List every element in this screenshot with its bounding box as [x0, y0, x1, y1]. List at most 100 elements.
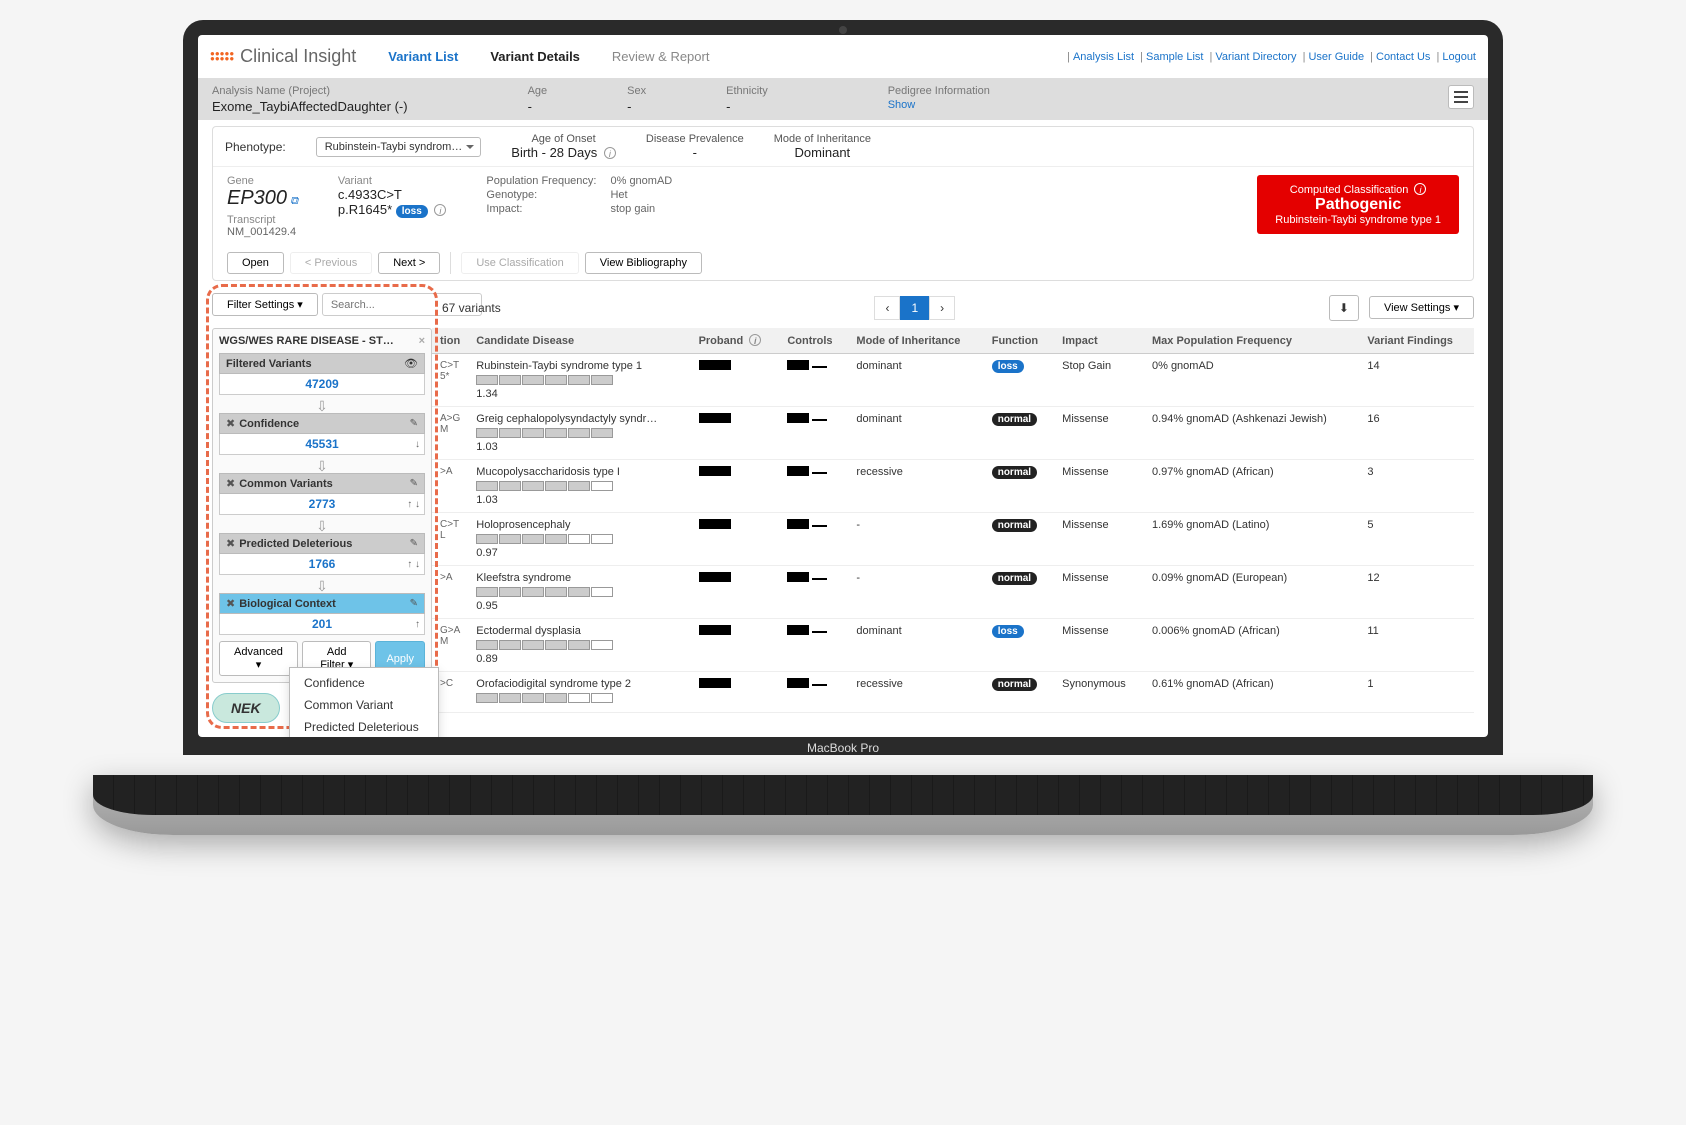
filter-block-head[interactable]: ✖ Predicted Deleterious ✎	[219, 533, 425, 554]
table-row[interactable]: C>TL Holoprosencephaly0.97 - normal Miss…	[432, 513, 1474, 566]
filter-settings-button[interactable]: Filter Settings ▾	[212, 293, 318, 316]
info-icon[interactable]: i	[1414, 183, 1426, 195]
link-variant-directory[interactable]: Variant Directory	[1215, 51, 1296, 63]
table-column-header[interactable]: Controls	[779, 328, 848, 354]
age-onset-value: Birth - 28 Days	[511, 145, 597, 160]
eye-icon[interactable]: 👁	[404, 357, 418, 370]
filter-block-count[interactable]: 45531	[305, 437, 338, 451]
edit-icon[interactable]: ✎	[410, 478, 418, 489]
link-contact-us[interactable]: Contact Us	[1376, 51, 1430, 63]
ethnicity-label: Ethnicity	[726, 85, 768, 97]
popfreq-value: 0% gnomAD	[610, 175, 672, 187]
table-column-header[interactable]: Impact	[1054, 328, 1144, 354]
table-column-header[interactable]: Mode of Inheritance	[848, 328, 983, 354]
arrow-down-icon: ⇩	[219, 579, 425, 593]
tab-review-report[interactable]: Review & Report	[600, 43, 722, 70]
laptop-label: MacBook Pro	[198, 737, 1488, 755]
filter-block-head[interactable]: ✖ Biological Context ✎	[219, 593, 425, 614]
tab-variant-list[interactable]: Variant List	[376, 43, 470, 70]
table-row[interactable]: >A Mucopolysaccharidosis type I1.03 rece…	[432, 460, 1474, 513]
hamburger-menu-icon[interactable]	[1448, 85, 1474, 109]
link-logout[interactable]: Logout	[1442, 51, 1476, 63]
table-row[interactable]: G>AM Ectodermal dysplasia0.89 dominant l…	[432, 619, 1474, 672]
filter-first-count[interactable]: 47209	[305, 377, 338, 391]
close-icon[interactable]: ×	[419, 335, 425, 347]
controls-cell	[779, 672, 848, 713]
function-cell: normal	[984, 672, 1054, 713]
findings-cell: 3	[1359, 460, 1474, 513]
filter-block-head[interactable]: ✖ Common Variants ✎	[219, 473, 425, 494]
view-settings-button[interactable]: View Settings ▾	[1369, 296, 1474, 319]
remove-filter-icon[interactable]: ✖	[226, 477, 235, 490]
pager-page-1[interactable]: 1	[900, 296, 929, 320]
top-right-links: |Analysis List |Sample List |Variant Dir…	[1064, 51, 1476, 63]
export-icon[interactable]: ⬇	[1329, 295, 1359, 321]
normal-badge: normal	[992, 678, 1037, 691]
filter-block-count[interactable]: 1766	[309, 557, 336, 571]
table-row[interactable]: >A Kleefstra syndrome0.95 - normal Misse…	[432, 566, 1474, 619]
freq-cell: 0% gnomAD	[1144, 354, 1359, 407]
open-button[interactable]: Open	[227, 252, 284, 274]
reorder-arrows[interactable]: ↑ ↓	[407, 499, 420, 510]
view-bibliography-button[interactable]: View Bibliography	[585, 252, 702, 274]
impact-cell: Stop Gain	[1054, 354, 1144, 407]
table-column-header[interactable]: Proband i	[691, 328, 780, 354]
use-classification-button[interactable]: Use Classification	[461, 252, 578, 274]
table-column-header[interactable]: Max Population Frequency	[1144, 328, 1359, 354]
filter-block-count[interactable]: 2773	[309, 497, 336, 511]
reorder-arrows[interactable]: ↓	[415, 439, 420, 450]
tab-variant-details[interactable]: Variant Details	[478, 43, 592, 70]
gene-badge[interactable]: NEK	[212, 693, 280, 723]
position-cell: C>T5*	[432, 354, 468, 407]
pager-next[interactable]: ›	[929, 296, 955, 320]
normal-badge: normal	[992, 572, 1037, 585]
impact-cell: Missense	[1054, 407, 1144, 460]
table-row[interactable]: A>GM Greig cephalopolysyndactyly syndr…1…	[432, 407, 1474, 460]
remove-filter-icon[interactable]: ✖	[226, 417, 235, 430]
score-bar	[476, 375, 682, 385]
position-cell: A>GM	[432, 407, 468, 460]
info-icon[interactable]: i	[604, 147, 616, 159]
reorder-arrows[interactable]: ↑ ↓	[407, 559, 420, 570]
impact-label: Impact:	[486, 203, 596, 215]
reorder-arrows[interactable]: ↑	[415, 619, 420, 630]
edit-icon[interactable]: ✎	[410, 418, 418, 429]
link-sample-list[interactable]: Sample List	[1146, 51, 1203, 63]
pedigree-show-link[interactable]: Show	[888, 99, 990, 111]
edit-icon[interactable]: ✎	[410, 598, 418, 609]
freq-cell: 0.006% gnomAD (African)	[1144, 619, 1359, 672]
link-user-guide[interactable]: User Guide	[1308, 51, 1364, 63]
advanced-button[interactable]: Advanced ▾	[219, 641, 298, 676]
analysis-name-label: Analysis Name (Project)	[212, 85, 408, 97]
info-icon[interactable]: i	[434, 204, 446, 216]
filter-block-count[interactable]: 201	[312, 617, 332, 631]
findings-cell: 1	[1359, 672, 1474, 713]
add-filter-menu-item[interactable]: Common Variant	[290, 694, 438, 716]
table-row[interactable]: >C Orofaciodigital syndrome type 2 reces…	[432, 672, 1474, 713]
add-filter-menu-item[interactable]: Predicted Deleterious	[290, 716, 438, 737]
table-column-header[interactable]: Variant Findings	[1359, 328, 1474, 354]
phenotype-select[interactable]: Rubinstein-Taybi syndrom…	[316, 137, 482, 157]
pager-prev[interactable]: ‹	[874, 296, 900, 320]
filter-block-head[interactable]: ✖ Confidence ✎	[219, 413, 425, 434]
info-icon[interactable]: i	[749, 334, 761, 346]
table-column-header[interactable]: Candidate Disease	[468, 328, 690, 354]
filter-block-name: Common Variants	[239, 478, 405, 490]
remove-filter-icon[interactable]: ✖	[226, 597, 235, 610]
function-cell: normal	[984, 513, 1054, 566]
controls-cell	[779, 566, 848, 619]
previous-button[interactable]: < Previous	[290, 252, 372, 274]
external-link-icon[interactable]: ⧉	[290, 195, 298, 207]
add-filter-menu-item[interactable]: Confidence	[290, 672, 438, 694]
link-analysis-list[interactable]: Analysis List	[1073, 51, 1134, 63]
remove-filter-icon[interactable]: ✖	[226, 537, 235, 550]
candidate-disease-cell: Holoprosencephaly0.97	[468, 513, 690, 566]
table-column-header[interactable]: Function	[984, 328, 1054, 354]
position-cell: G>AM	[432, 619, 468, 672]
function-cell: loss	[984, 619, 1054, 672]
proband-cell	[691, 407, 780, 460]
edit-icon[interactable]: ✎	[410, 538, 418, 549]
score-bar	[476, 481, 682, 491]
next-button[interactable]: Next >	[378, 252, 440, 274]
table-row[interactable]: C>T5* Rubinstein-Taybi syndrome type 11.…	[432, 354, 1474, 407]
